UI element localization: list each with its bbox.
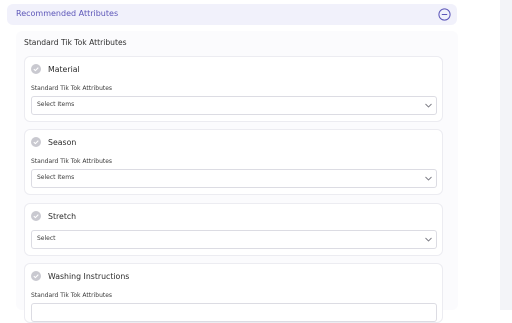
attribute-card-stretch: Stretch Select (24, 203, 443, 256)
recommended-attributes-header[interactable]: Recommended Attributes (7, 4, 457, 25)
attribute-sublabel: Standard Tik Tok Attributes (31, 85, 113, 92)
section-title: Recommended Attributes (16, 9, 119, 18)
stretch-select[interactable]: Select (31, 230, 437, 249)
attribute-label: Stretch (48, 212, 77, 221)
select-value: Select Items (37, 174, 75, 181)
material-select[interactable]: Select Items (31, 96, 437, 115)
attribute-sublabel: Standard Tik Tok Attributes (31, 158, 113, 165)
select-value: Select Items (37, 101, 75, 108)
check-circle-icon (31, 211, 41, 221)
chevron-down-icon (425, 103, 432, 108)
check-circle-icon (31, 137, 41, 147)
panel-title: Standard Tik Tok Attributes (24, 38, 127, 47)
attribute-label: Washing Instructions (48, 272, 130, 281)
attribute-card-material: Material Standard Tik Tok Attributes Sel… (24, 56, 443, 122)
attribute-card-season: Season Standard Tik Tok Attributes Selec… (24, 129, 443, 195)
attribute-card-washing-instructions: Washing Instructions Standard Tik Tok At… (24, 263, 443, 323)
season-select[interactable]: Select Items (31, 169, 437, 188)
select-value: Select (37, 235, 56, 242)
attribute-label: Material (48, 65, 80, 74)
check-circle-icon (31, 271, 41, 281)
collapse-minus-icon[interactable] (438, 8, 451, 21)
right-side-panel (470, 0, 512, 310)
check-circle-icon (31, 64, 41, 74)
attribute-sublabel: Standard Tik Tok Attributes (31, 292, 113, 299)
chevron-down-icon (425, 176, 432, 181)
chevron-down-icon (425, 237, 432, 242)
attribute-label: Season (48, 138, 77, 147)
washing-instructions-select[interactable] (31, 303, 437, 322)
